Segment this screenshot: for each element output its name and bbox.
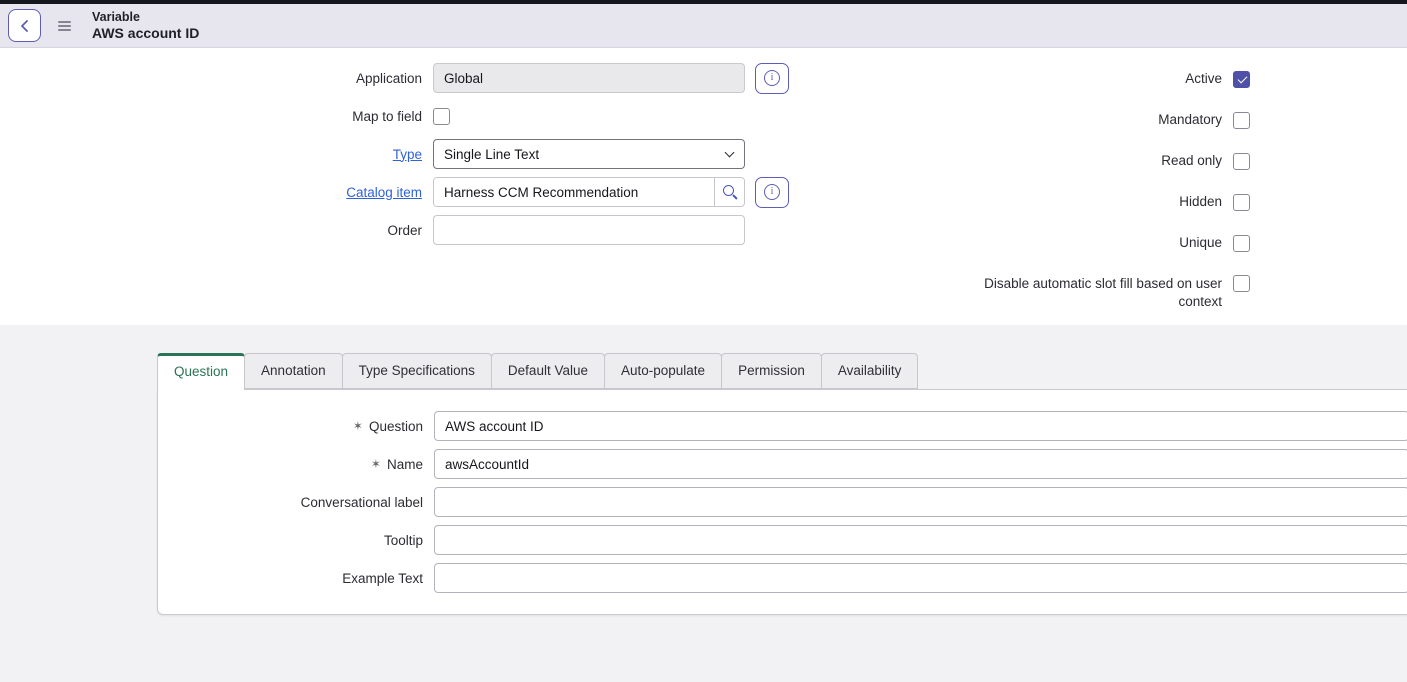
type-row: Type Single Line Text xyxy=(0,139,789,169)
header-title-block: Variable AWS account ID xyxy=(92,9,199,42)
chevron-left-icon xyxy=(19,20,31,32)
tooltip-field-row: Tooltip xyxy=(158,525,1407,555)
map-to-field-label: Map to field xyxy=(0,109,433,124)
form-flags-column: Active Mandatory Read only Hidden Unique… xyxy=(970,70,1250,334)
name-label-text: Name xyxy=(387,457,423,472)
tooltip-input[interactable] xyxy=(434,525,1407,555)
active-checkbox[interactable] xyxy=(1233,71,1250,88)
catalog-item-input[interactable] xyxy=(434,178,714,206)
tab-permission[interactable]: Permission xyxy=(721,353,822,389)
conversational-label-field-label: Conversational label xyxy=(158,495,434,510)
application-info-button[interactable]: i xyxy=(755,63,789,94)
type-select[interactable]: Single Line Text xyxy=(433,139,745,169)
back-button[interactable] xyxy=(8,9,41,42)
question-field-row: ✶ Question xyxy=(158,411,1407,441)
application-row: Application i xyxy=(0,63,789,93)
catalog-item-link[interactable]: Catalog item xyxy=(0,185,433,200)
map-to-field-checkbox[interactable] xyxy=(433,108,450,125)
question-field-label: ✶ Question xyxy=(158,419,434,434)
tab-type-specifications[interactable]: Type Specifications xyxy=(342,353,492,389)
tab-auto-populate[interactable]: Auto-populate xyxy=(604,353,722,389)
tab-question[interactable]: Question xyxy=(157,353,245,390)
read-only-flag-row: Read only xyxy=(970,152,1250,170)
question-input[interactable] xyxy=(434,411,1407,441)
read-only-checkbox[interactable] xyxy=(1233,153,1250,170)
required-asterisk-icon: ✶ xyxy=(353,420,363,432)
map-to-field-row: Map to field xyxy=(0,101,789,131)
question-tab-panel: ✶ Question ✶ Name Conversational label T… xyxy=(157,389,1407,615)
name-input[interactable] xyxy=(434,449,1407,479)
hidden-label: Hidden xyxy=(1179,193,1222,211)
tab-annotation[interactable]: Annotation xyxy=(244,353,343,389)
conversational-label-text: Conversational label xyxy=(301,495,423,510)
name-field-label: ✶ Name xyxy=(158,457,434,472)
example-text-label-text: Example Text xyxy=(342,571,423,586)
hidden-flag-row: Hidden xyxy=(970,193,1250,211)
hamburger-menu-icon[interactable] xyxy=(54,17,75,35)
order-input[interactable] xyxy=(433,215,745,245)
disable-slot-fill-checkbox[interactable] xyxy=(1233,275,1250,292)
active-flag-row: Active xyxy=(970,70,1250,88)
conversational-label-input[interactable] xyxy=(434,487,1407,517)
magnifier-icon xyxy=(723,185,734,196)
tab-section: Question Annotation Type Specifications … xyxy=(0,325,1407,682)
example-text-field-label: Example Text xyxy=(158,571,434,586)
type-link[interactable]: Type xyxy=(0,147,433,162)
application-label: Application xyxy=(0,71,433,86)
record-type-label: Variable xyxy=(92,9,199,25)
mandatory-flag-row: Mandatory xyxy=(970,111,1250,129)
order-row: Order xyxy=(0,215,789,245)
required-asterisk-icon: ✶ xyxy=(371,458,381,470)
unique-label: Unique xyxy=(1179,234,1222,252)
unique-checkbox[interactable] xyxy=(1233,235,1250,252)
catalog-item-info-button[interactable]: i xyxy=(755,177,789,208)
hidden-checkbox[interactable] xyxy=(1233,194,1250,211)
conversational-label-field-row: Conversational label xyxy=(158,487,1407,517)
active-label: Active xyxy=(1185,70,1222,88)
tab-bar: Question Annotation Type Specifications … xyxy=(157,353,1407,389)
name-field-row: ✶ Name xyxy=(158,449,1407,479)
form-left-column: Application i Map to field Type Single L… xyxy=(0,63,789,253)
application-input[interactable] xyxy=(433,63,745,93)
unique-flag-row: Unique xyxy=(970,234,1250,252)
example-text-field-row: Example Text xyxy=(158,563,1407,593)
tooltip-label-text: Tooltip xyxy=(384,533,423,548)
info-circle-icon: i xyxy=(764,184,780,200)
mandatory-checkbox[interactable] xyxy=(1233,112,1250,129)
info-circle-icon: i xyxy=(764,70,780,86)
disable-slot-fill-label: Disable automatic slot fill based on use… xyxy=(970,275,1222,311)
read-only-label: Read only xyxy=(1161,152,1222,170)
main-form-section: Application i Map to field Type Single L… xyxy=(0,48,1407,325)
type-select-wrap: Single Line Text xyxy=(433,139,745,169)
mandatory-label: Mandatory xyxy=(1158,111,1222,129)
page-title: AWS account ID xyxy=(92,25,199,42)
question-label-text: Question xyxy=(369,419,423,434)
tab-default-value[interactable]: Default Value xyxy=(491,353,605,389)
catalog-item-row: Catalog item i xyxy=(0,177,789,207)
tab-availability[interactable]: Availability xyxy=(821,353,919,389)
form-header: Variable AWS account ID xyxy=(0,4,1407,48)
catalog-item-lookup xyxy=(433,177,745,207)
example-text-input[interactable] xyxy=(434,563,1407,593)
disable-slot-fill-flag-row: Disable automatic slot fill based on use… xyxy=(970,275,1250,311)
order-label: Order xyxy=(0,223,433,238)
tooltip-field-label: Tooltip xyxy=(158,533,434,548)
catalog-item-search-button[interactable] xyxy=(714,178,744,206)
